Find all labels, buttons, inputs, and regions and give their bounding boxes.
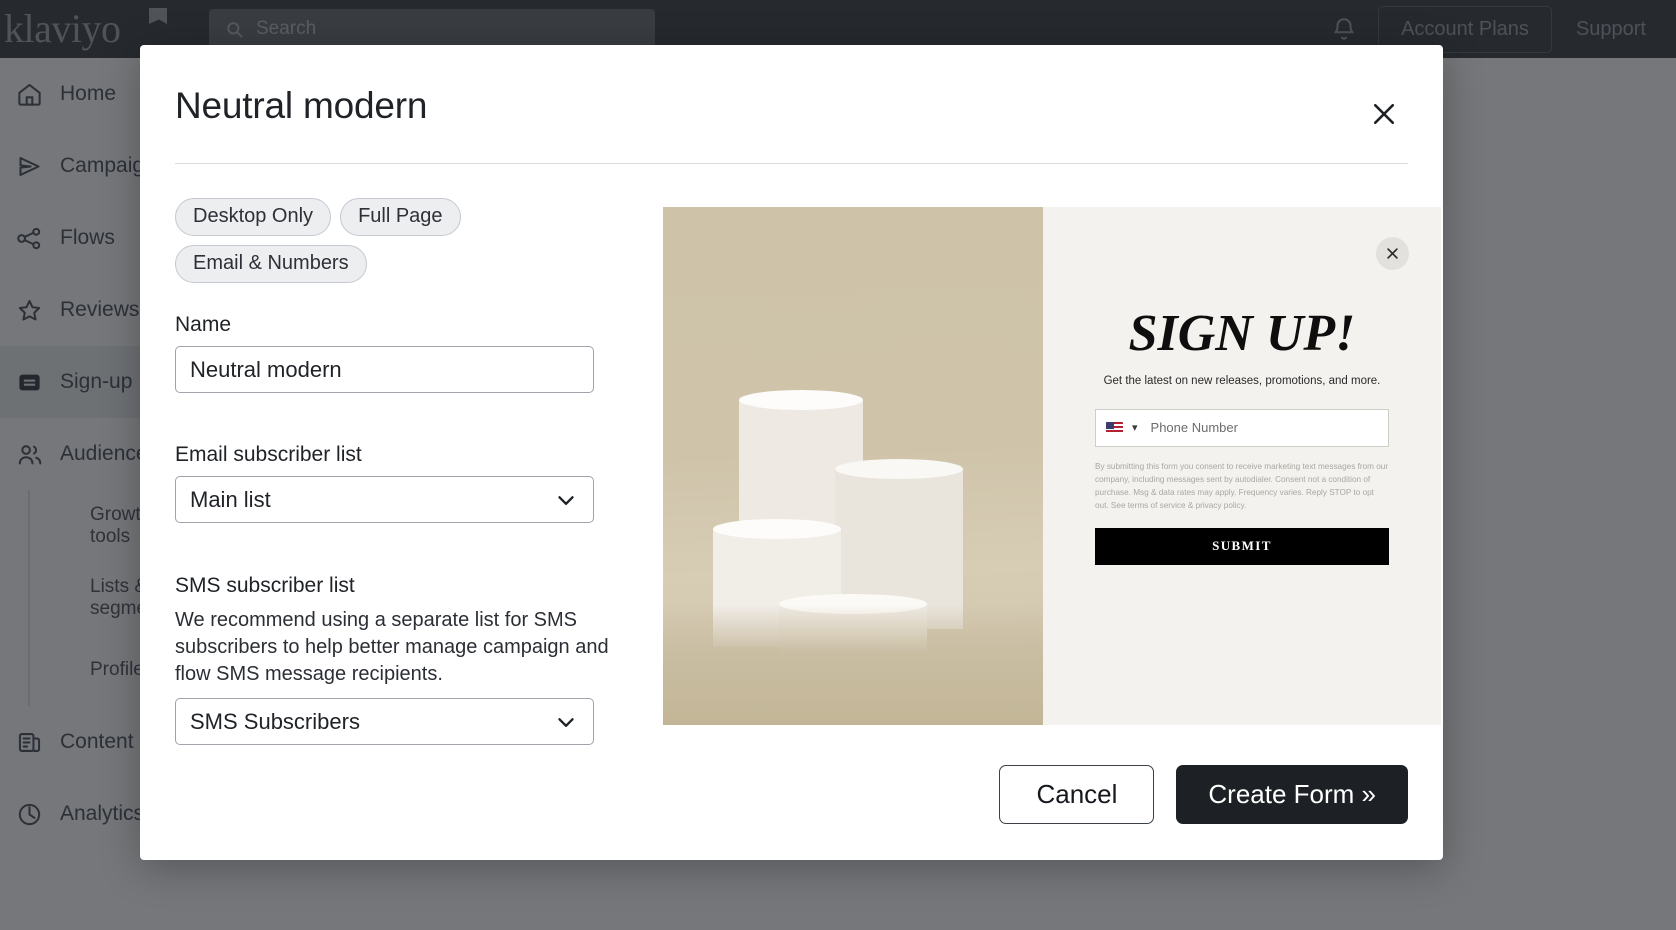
email-list-field-group: Email subscriber list Main list [175,443,627,523]
preview-phone-placeholder: Phone Number [1150,420,1238,436]
sms-subscriber-list-value: SMS Subscribers [190,708,360,734]
preview-headline: SIGN UP! [1128,305,1356,362]
preview-close-icon[interactable] [1376,237,1409,270]
modal-footer: Cancel Create Form » [140,765,1443,860]
chevron-down-icon [558,717,574,727]
preview-form-content: SIGN UP! Get the latest on new releases,… [1095,305,1389,565]
us-flag-icon [1106,421,1123,434]
create-form-modal: Neutral modern Desktop Only Full Page Em… [140,45,1443,860]
chevron-down-icon: ▾ [1132,422,1138,435]
create-form-button[interactable]: Create Form » [1176,765,1408,824]
chevron-down-icon [558,495,574,505]
modal-body: Desktop Only Full Page Email & Numbers N… [140,164,1443,765]
modal-header: Neutral modern [140,45,1443,135]
sms-subscriber-list-select[interactable]: SMS Subscribers [175,698,594,746]
close-icon[interactable] [1363,93,1405,135]
preview-photo [663,207,1043,725]
page-title: Neutral modern [175,85,428,126]
email-subscriber-list-select[interactable]: Main list [175,476,594,523]
name-label: Name [175,313,232,336]
preview-subheadline: Get the latest on new releases, promotio… [1103,374,1381,387]
sms-list-field-group: SMS subscriber list We recommend using a… [175,574,627,746]
tag-full-page: Full Page [340,198,461,236]
preview-submit-label: SUBMIT [1212,538,1272,554]
tag-desktop-only: Desktop Only [175,198,332,236]
preview-submit-button[interactable]: SUBMIT [1095,527,1389,565]
sms-subscriber-list-help: We recommend using a separate list for S… [175,609,609,685]
cancel-label: Cancel [1036,779,1118,809]
preview-signup-form: SIGN UP! Get the latest on new releases,… [1043,207,1441,725]
name-field-group: Name [175,313,627,393]
sms-subscriber-list-label: SMS subscriber list [175,574,355,597]
preview-phone-input[interactable]: ▾ Phone Number [1095,408,1389,447]
tag-email-and-numbers: Email & Numbers [175,245,367,283]
template-tags: Desktop Only Full Page Email & Numbers [175,198,475,283]
create-form-label: Create Form » [1208,779,1376,809]
form-settings-column: Desktop Only Full Page Email & Numbers N… [175,198,627,765]
email-subscriber-list-label: Email subscriber list [175,443,362,466]
template-preview: SIGN UP! Get the latest on new releases,… [663,207,1441,725]
email-subscriber-list-value: Main list [190,486,271,512]
form-name-input[interactable] [175,346,594,393]
preview-consent-text: By submitting this form you consent to r… [1095,461,1389,511]
cancel-button[interactable]: Cancel [999,765,1155,824]
photo-floor-gradient [663,605,1043,725]
